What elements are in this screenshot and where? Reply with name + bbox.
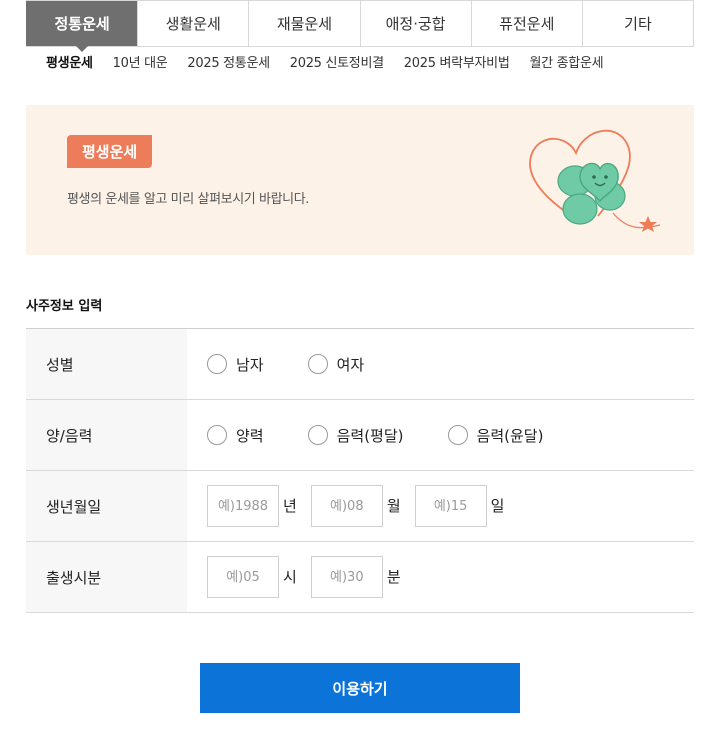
radio-circle[interactable] — [207, 354, 227, 374]
main-tab-bar: 정통운세 생활운세 재물운세 애정·궁합 퓨전운세 기타 — [26, 0, 694, 52]
radio-circle[interactable] — [307, 425, 328, 445]
subtab-2025-rich[interactable]: 2025 벼락부자비법 — [404, 52, 510, 71]
saju-form: 성별 남자 여자 양/음력 양력 음력(평달) 음력(윤달) 생년월일 예)19… — [26, 328, 694, 613]
birth-day-input[interactable] — [414, 485, 487, 527]
tab-wealth[interactable]: 재물운세 — [248, 1, 360, 46]
birth-time-row: 출생시분 시 분 — [26, 542, 694, 613]
day-unit: 일 — [490, 497, 505, 515]
calendar-row: 양/음력 양력 음력(평달) 음력(윤달) — [26, 400, 694, 471]
banner: 평생운세 평생의 운세를 알고 미리 살펴보시기 바랍니다. — [26, 105, 694, 255]
birth-hour-input[interactable] — [207, 556, 279, 598]
clover-heart-icon — [529, 129, 661, 232]
tab-jeongtong[interactable]: 정통운세 — [26, 1, 138, 52]
year-unit: 년 — [283, 497, 297, 515]
tab-fusion[interactable]: 퓨전운세 — [470, 1, 582, 46]
tab-life[interactable]: 생활운세 — [137, 1, 249, 46]
tab-love[interactable]: 애정·궁합 — [359, 1, 471, 46]
radio-female[interactable]: 여자 — [307, 354, 364, 375]
radio-lunar-leap[interactable]: 음력(윤달) — [447, 425, 543, 446]
gender-label: 성별 — [26, 329, 187, 399]
radio-lunar-normal[interactable]: 음력(평달) — [307, 425, 404, 446]
subtab-ten-year[interactable]: 10년 대운 — [113, 52, 168, 71]
birth-year-input[interactable] — [207, 485, 279, 527]
gender-row: 성별 남자 여자 — [26, 329, 694, 400]
radio-solar[interactable]: 양력 — [207, 425, 264, 446]
banner-badge: 평생운세 — [67, 135, 153, 168]
sub-tab-bar: 평생운세 10년 대운 2025 정통운세 2025 신토정비결 2025 벼락… — [46, 52, 623, 71]
subtab-monthly[interactable]: 월간 종합운세 — [529, 52, 603, 71]
radio-circle[interactable] — [447, 425, 468, 445]
subtab-2025-tojeong[interactable]: 2025 신토정비결 — [290, 52, 384, 71]
birth-time-label: 출생시분 — [26, 542, 187, 612]
birth-date-label: 생년월일 — [26, 471, 187, 541]
submit-button[interactable]: 이용하기 — [200, 663, 520, 713]
subtab-lifetime[interactable]: 평생운세 — [46, 52, 93, 71]
birth-date-row: 생년월일 년 월 일 — [26, 471, 694, 542]
subtab-2025-jeongtong[interactable]: 2025 정통운세 — [187, 52, 270, 71]
radio-circle[interactable] — [307, 354, 328, 374]
month-unit: 월 — [386, 497, 401, 515]
calendar-label: 양/음력 — [26, 400, 187, 470]
hour-unit: 시 — [283, 568, 297, 586]
birth-month-input[interactable] — [310, 485, 383, 527]
birth-minute-input[interactable] — [310, 556, 383, 598]
section-title: 사주정보 입력 — [26, 299, 103, 314]
radio-male[interactable]: 남자 — [207, 354, 264, 375]
minute-unit: 분 — [386, 568, 401, 586]
tab-etc[interactable]: 기타 — [581, 1, 694, 46]
banner-description: 평생의 운세를 알고 미리 살펴보시기 바랍니다. — [67, 192, 310, 207]
radio-circle[interactable] — [207, 425, 227, 445]
